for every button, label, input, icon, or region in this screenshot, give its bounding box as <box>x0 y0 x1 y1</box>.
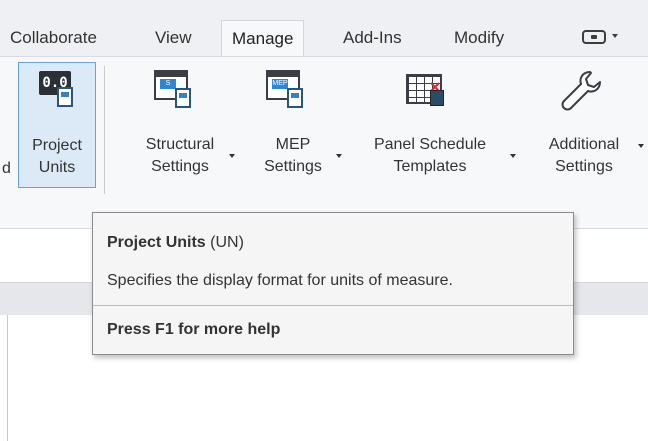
button-label-line1: Additional <box>548 136 620 153</box>
button-label-line1: Panel Schedule <box>373 136 487 153</box>
dropdown-arrow-icon[interactable] <box>638 144 644 148</box>
tooltip-title: Project Units (UN) <box>107 234 244 251</box>
panel-schedule-templates-icon <box>406 68 448 110</box>
quick-access-toolbar-icon[interactable] <box>582 30 606 44</box>
button-label-line2: Templates <box>393 158 467 175</box>
truncated-button-label: d <box>2 160 11 177</box>
project-units-icon: 0.0 <box>39 71 75 107</box>
wrench-icon <box>561 71 601 111</box>
tooltip-shortcut: (UN) <box>210 234 244 251</box>
mep-settings-icon: MEP <box>266 70 306 110</box>
button-label-line2: Units <box>38 159 76 176</box>
tooltip-description: Specifies the display format for units o… <box>107 272 453 289</box>
tooltip-help-text: Press F1 for more help <box>107 321 281 338</box>
tab-modify[interactable]: Modify <box>454 28 504 48</box>
dropdown-arrow-icon[interactable] <box>336 154 342 158</box>
tab-manage[interactable]: Manage <box>221 20 305 56</box>
dropdown-arrow-icon[interactable] <box>229 154 235 158</box>
tooltip-divider <box>93 305 573 306</box>
structural-settings-button[interactable]: S Structural Settings <box>126 62 235 188</box>
dropdown-arrow-icon[interactable] <box>510 154 516 158</box>
button-label-line2: Settings <box>151 158 209 175</box>
tooltip: Project Units (UN) Specifies the display… <box>92 212 574 355</box>
chevron-down-icon[interactable] <box>612 34 618 38</box>
button-label-line1: MEP <box>275 136 311 153</box>
additional-settings-button[interactable]: Additional Settings <box>528 62 644 188</box>
project-units-button[interactable]: 0.0 Project Units <box>18 62 96 188</box>
ribbon-separator <box>104 66 105 194</box>
structural-settings-icon: S <box>154 70 194 110</box>
canvas-edge <box>7 315 8 441</box>
button-label-line1: Structural <box>145 136 215 153</box>
tab-view[interactable]: View <box>155 28 192 48</box>
panel-schedule-templates-button[interactable]: Panel Schedule Templates <box>356 62 516 188</box>
tab-collaborate[interactable]: Collaborate <box>10 28 97 48</box>
ribbon-tab-bar: Collaborate View Manage Add-Ins Modify <box>0 0 648 56</box>
mep-settings-button[interactable]: MEP MEP Settings <box>250 62 342 188</box>
button-label-line2: Settings <box>555 158 613 175</box>
tab-add-ins[interactable]: Add-Ins <box>343 28 402 48</box>
button-label-line2: Settings <box>264 158 322 175</box>
button-label-line1: Project <box>32 137 82 154</box>
